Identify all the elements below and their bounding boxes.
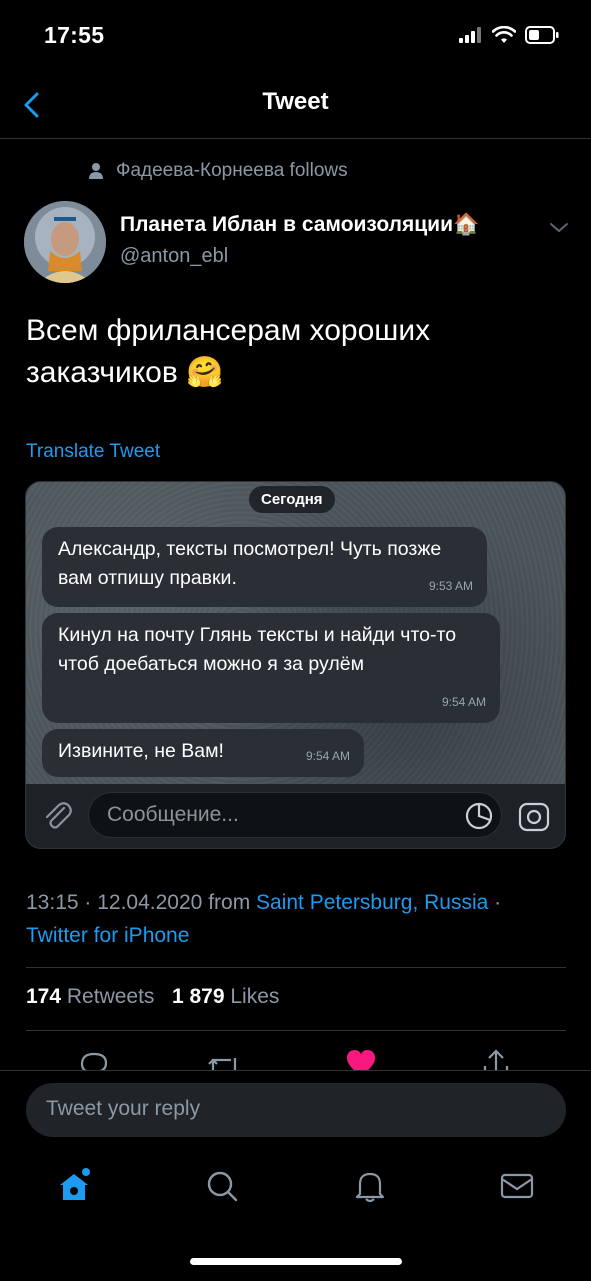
status-icons	[459, 26, 559, 44]
tweet-time: 13:15	[26, 891, 79, 914]
bell-icon[interactable]	[352, 1168, 388, 1204]
battery-icon	[525, 26, 559, 44]
date-pill: Сегодня	[249, 486, 335, 513]
home-icon[interactable]	[56, 1168, 92, 1204]
chat-input-bar: Сообщение...	[26, 784, 565, 848]
home-indicator	[190, 1258, 402, 1265]
heart-icon[interactable]	[344, 1048, 378, 1070]
tweet-stats: 174 Retweets 1 879 Likes	[26, 985, 279, 1009]
avatar[interactable]	[24, 201, 106, 283]
chat-bubble-time: 9:54 AM	[305, 749, 350, 763]
wifi-icon	[492, 26, 516, 43]
chat-message-placeholder: Сообщение...	[107, 803, 239, 826]
avatar-image	[24, 201, 106, 283]
chat-bubble-time: 9:54 AM	[441, 695, 486, 709]
chat-bubble: Кинул на почту Глянь тексты и найди что-…	[42, 613, 500, 723]
chat-bubble-text: Извините, не Вам!	[58, 740, 224, 762]
translate-tweet-link[interactable]: Translate Tweet	[26, 441, 160, 463]
chat-bubble-text: Кинул на почту Глянь тексты и найди что-…	[58, 624, 457, 675]
social-context-text: Фадеева-Корнеева follows	[116, 160, 348, 181]
retweets-count[interactable]: 174	[26, 985, 61, 1008]
mail-icon[interactable]	[499, 1168, 535, 1204]
tweet-meta: 13:15 · 12.04.2020 from Saint Petersburg…	[26, 891, 502, 947]
chevron-down-icon[interactable]	[548, 221, 570, 235]
tweet-date: 12.04.2020	[97, 891, 203, 914]
chat-bubble: Александр, тексты посмотрел! Чуть позже …	[42, 527, 487, 607]
signal-icon	[459, 27, 481, 43]
likes-count[interactable]: 1 879	[172, 985, 225, 1008]
author-name[interactable]: Планета Иблан в самоизоляции🏠	[120, 213, 479, 237]
status-time: 17:55	[44, 22, 105, 48]
social-context: Фадеева-Корнеева follows	[88, 160, 348, 182]
camera-icon	[518, 802, 550, 832]
reply-input[interactable]: Tweet your reply	[26, 1083, 566, 1137]
reply-icon[interactable]	[78, 1050, 110, 1070]
page-title: Tweet	[262, 88, 329, 115]
chat-bubble-time: 9:53 AM	[428, 579, 473, 593]
tweet-client-link[interactable]: Twitter for iPhone	[26, 924, 189, 947]
divider	[26, 1030, 566, 1031]
retweets-label[interactable]: Retweets	[67, 985, 155, 1008]
chat-bubble: Извините, не Вам! 9:54 AM	[42, 729, 364, 777]
tweet-actions	[0, 1044, 591, 1070]
sticker-icon	[465, 802, 493, 830]
paperclip-icon	[45, 802, 72, 829]
search-icon[interactable]	[204, 1168, 240, 1204]
likes-label[interactable]: Likes	[230, 985, 279, 1008]
person-icon	[89, 163, 103, 179]
share-icon[interactable]	[481, 1048, 511, 1070]
chat-bubble-text: Александр, тексты посмотрел! Чуть позже …	[58, 538, 442, 589]
tweet-location-link[interactable]: Saint Petersburg, Russia	[256, 891, 488, 914]
divider	[26, 967, 566, 968]
reply-placeholder: Tweet your reply	[46, 1097, 201, 1120]
retweet-icon[interactable]	[207, 1052, 241, 1070]
tweet-media-image[interactable]: Сегодня Александр, тексты посмотрел! Чут…	[25, 481, 566, 849]
tweet-from: from	[208, 891, 251, 914]
chat-message-field: Сообщение...	[88, 792, 502, 838]
author-handle[interactable]: @anton_ebl	[120, 245, 228, 268]
tweet-text: Всем фрилансерам хороших заказчиков 🤗	[26, 314, 431, 389]
